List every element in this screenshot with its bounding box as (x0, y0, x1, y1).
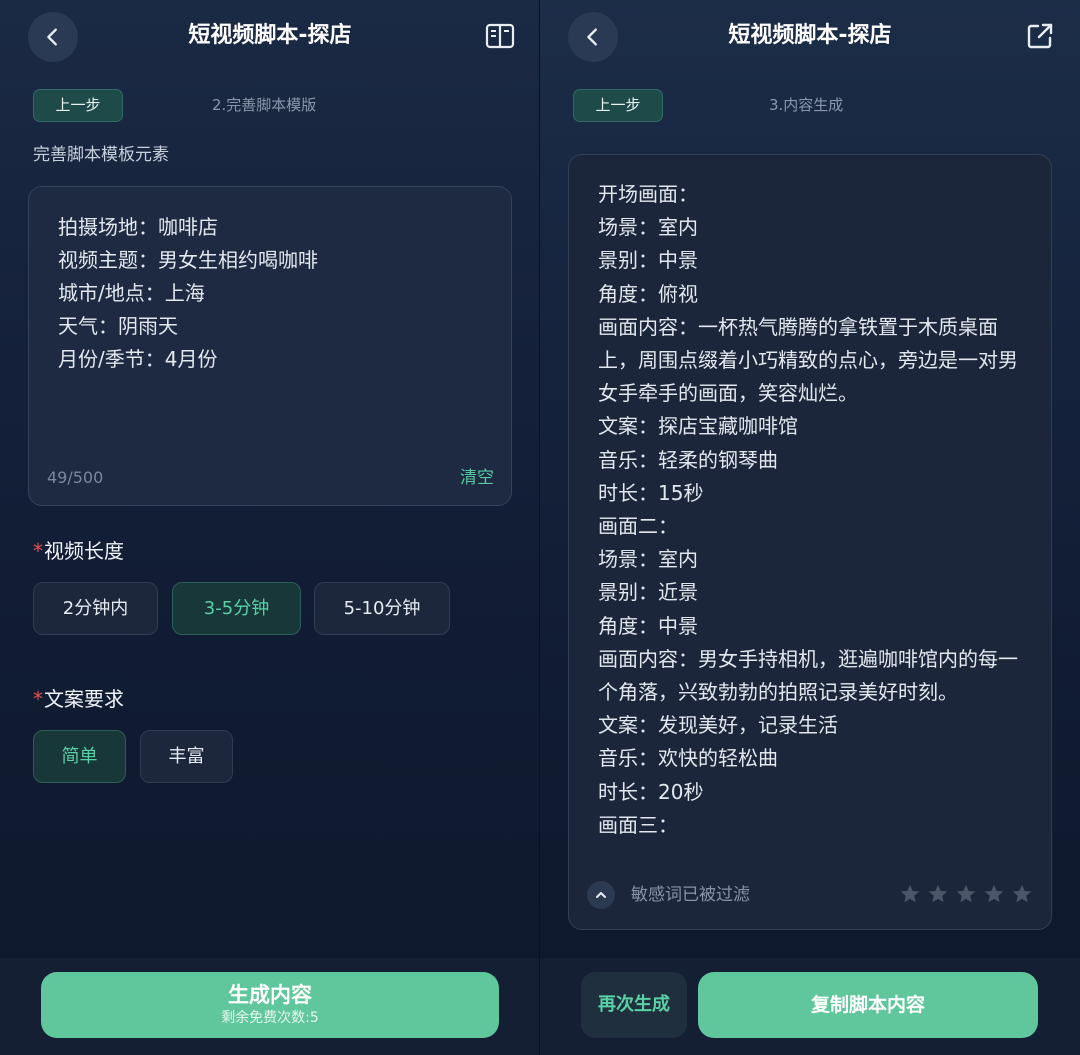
script-line: 景别：近景 (598, 580, 698, 605)
script-line: 文案：发现美好，记录生活 (598, 713, 838, 738)
regenerate-button[interactable]: 再次生成 (581, 972, 687, 1038)
copy-requirement-title: *文案要求 (33, 687, 124, 711)
script-line: 开场画面： (598, 182, 698, 206)
script-line: 画面三： (598, 812, 678, 837)
input-line: 天气：阴雨天 (58, 314, 178, 338)
generated-script-card: 开场画面： 场景：室内 景别：中景 角度：俯视 画面内容：一杯热气腾腾的拿铁置于木质桌面… (568, 154, 1052, 930)
star-icon[interactable] (1011, 883, 1033, 905)
option-rich[interactable]: 丰富 (140, 730, 233, 783)
page-title: 短视频脚本-探店 (728, 23, 892, 48)
star-icon[interactable] (983, 883, 1005, 905)
char-counter: 49/500 (47, 468, 104, 487)
script-line: 角度：中景 (598, 613, 698, 638)
script-line: 时长：20秒 (598, 779, 704, 804)
chevron-up-icon (596, 892, 606, 898)
script-line: 时长：15秒 (598, 480, 704, 505)
script-line: 音乐：轻柔的钢琴曲 (598, 447, 778, 472)
copy-script-button[interactable]: 复制脚本内容 (698, 972, 1038, 1038)
script-line: 画面二： (598, 514, 678, 539)
script-line: 场景：室内 (598, 547, 698, 572)
template-input[interactable]: 拍摄场地：咖啡店 视频主题：男女生相约喝咖啡 城市/地点：上海 天气：阴雨天 月… (28, 186, 512, 506)
script-line: 文案：探店宝藏咖啡馆 (598, 414, 798, 439)
step-indicator: 3.内容生成 (769, 96, 844, 114)
prev-step-button[interactable]: 上一步 (573, 89, 663, 122)
step-indicator: 2.完善脚本模版 (212, 96, 317, 114)
input-line: 城市/地点：上海 (58, 281, 205, 305)
star-icon[interactable] (899, 883, 921, 905)
script-setup-panel: 短视频脚本-探店 上一步 2.完善脚本模版 完善脚本模板元素 拍摄场地：咖啡店 … (0, 0, 540, 1055)
bottom-action-bar: 再次生成 复制脚本内容 (540, 958, 1080, 1055)
script-line: 音乐：欢快的轻松曲 (598, 746, 778, 771)
required-mark: * (33, 539, 43, 563)
share-icon (1027, 23, 1053, 49)
book-icon (485, 23, 515, 49)
section-caption: 完善脚本模板元素 (33, 145, 169, 165)
generated-script-text: 开场画面： 场景：室内 景别：中景 角度：俯视 画面内容：一杯热气腾腾的拿铁置于木质桌面… (598, 178, 1028, 842)
free-quota-text: 剩余免费次数:5 (221, 1010, 319, 1026)
star-icon[interactable] (955, 883, 977, 905)
bottom-action-bar: 生成内容 剩余免费次数:5 (0, 958, 540, 1055)
input-line: 视频主题：男女生相约喝咖啡 (58, 248, 318, 272)
option-2min[interactable]: 2分钟内 (33, 582, 158, 635)
filter-note: 敏感词已被过滤 (631, 885, 750, 905)
option-5-10min[interactable]: 5-10分钟 (314, 582, 450, 635)
option-3-5min[interactable]: 3-5分钟 (172, 582, 301, 635)
clear-button[interactable]: 清空 (460, 463, 494, 488)
script-line: 画面内容：男女手持相机，逛遍咖啡馆内的每一个角落，兴致勃勃的拍照记录美好时刻。 (598, 646, 1018, 705)
input-line: 月份/季节：4月份 (58, 347, 218, 371)
required-mark: * (33, 687, 43, 711)
prev-step-button[interactable]: 上一步 (33, 89, 123, 122)
script-result-panel: 短视频脚本-探店 上一步 3.内容生成 开场画面： 场景：室内 景别：中景 角度：俯视… (540, 0, 1080, 1055)
script-line: 画面内容：一杯热气腾腾的拿铁置于木质桌面上，周围点缀着小巧精致的点心，旁边是一对… (598, 314, 1018, 406)
script-line: 场景：室内 (598, 215, 698, 240)
guide-button[interactable] (484, 20, 516, 52)
rating-stars[interactable] (899, 883, 1033, 905)
star-icon[interactable] (927, 883, 949, 905)
collapse-button[interactable] (587, 881, 615, 909)
script-line: 角度：俯视 (598, 281, 698, 306)
input-line: 拍摄场地：咖啡店 (58, 215, 218, 239)
option-simple[interactable]: 简单 (33, 730, 126, 783)
script-line: 景别：中景 (598, 248, 698, 273)
video-length-title: *视频长度 (33, 539, 124, 563)
template-input-text: 拍摄场地：咖啡店 视频主题：男女生相约喝咖啡 城市/地点：上海 天气：阴雨天 月… (58, 211, 318, 376)
result-footer: 敏感词已被过滤 (569, 865, 1051, 929)
generate-button[interactable]: 生成内容 剩余免费次数:5 (41, 972, 499, 1038)
page-title: 短视频脚本-探店 (188, 23, 352, 48)
share-button[interactable] (1024, 20, 1056, 52)
